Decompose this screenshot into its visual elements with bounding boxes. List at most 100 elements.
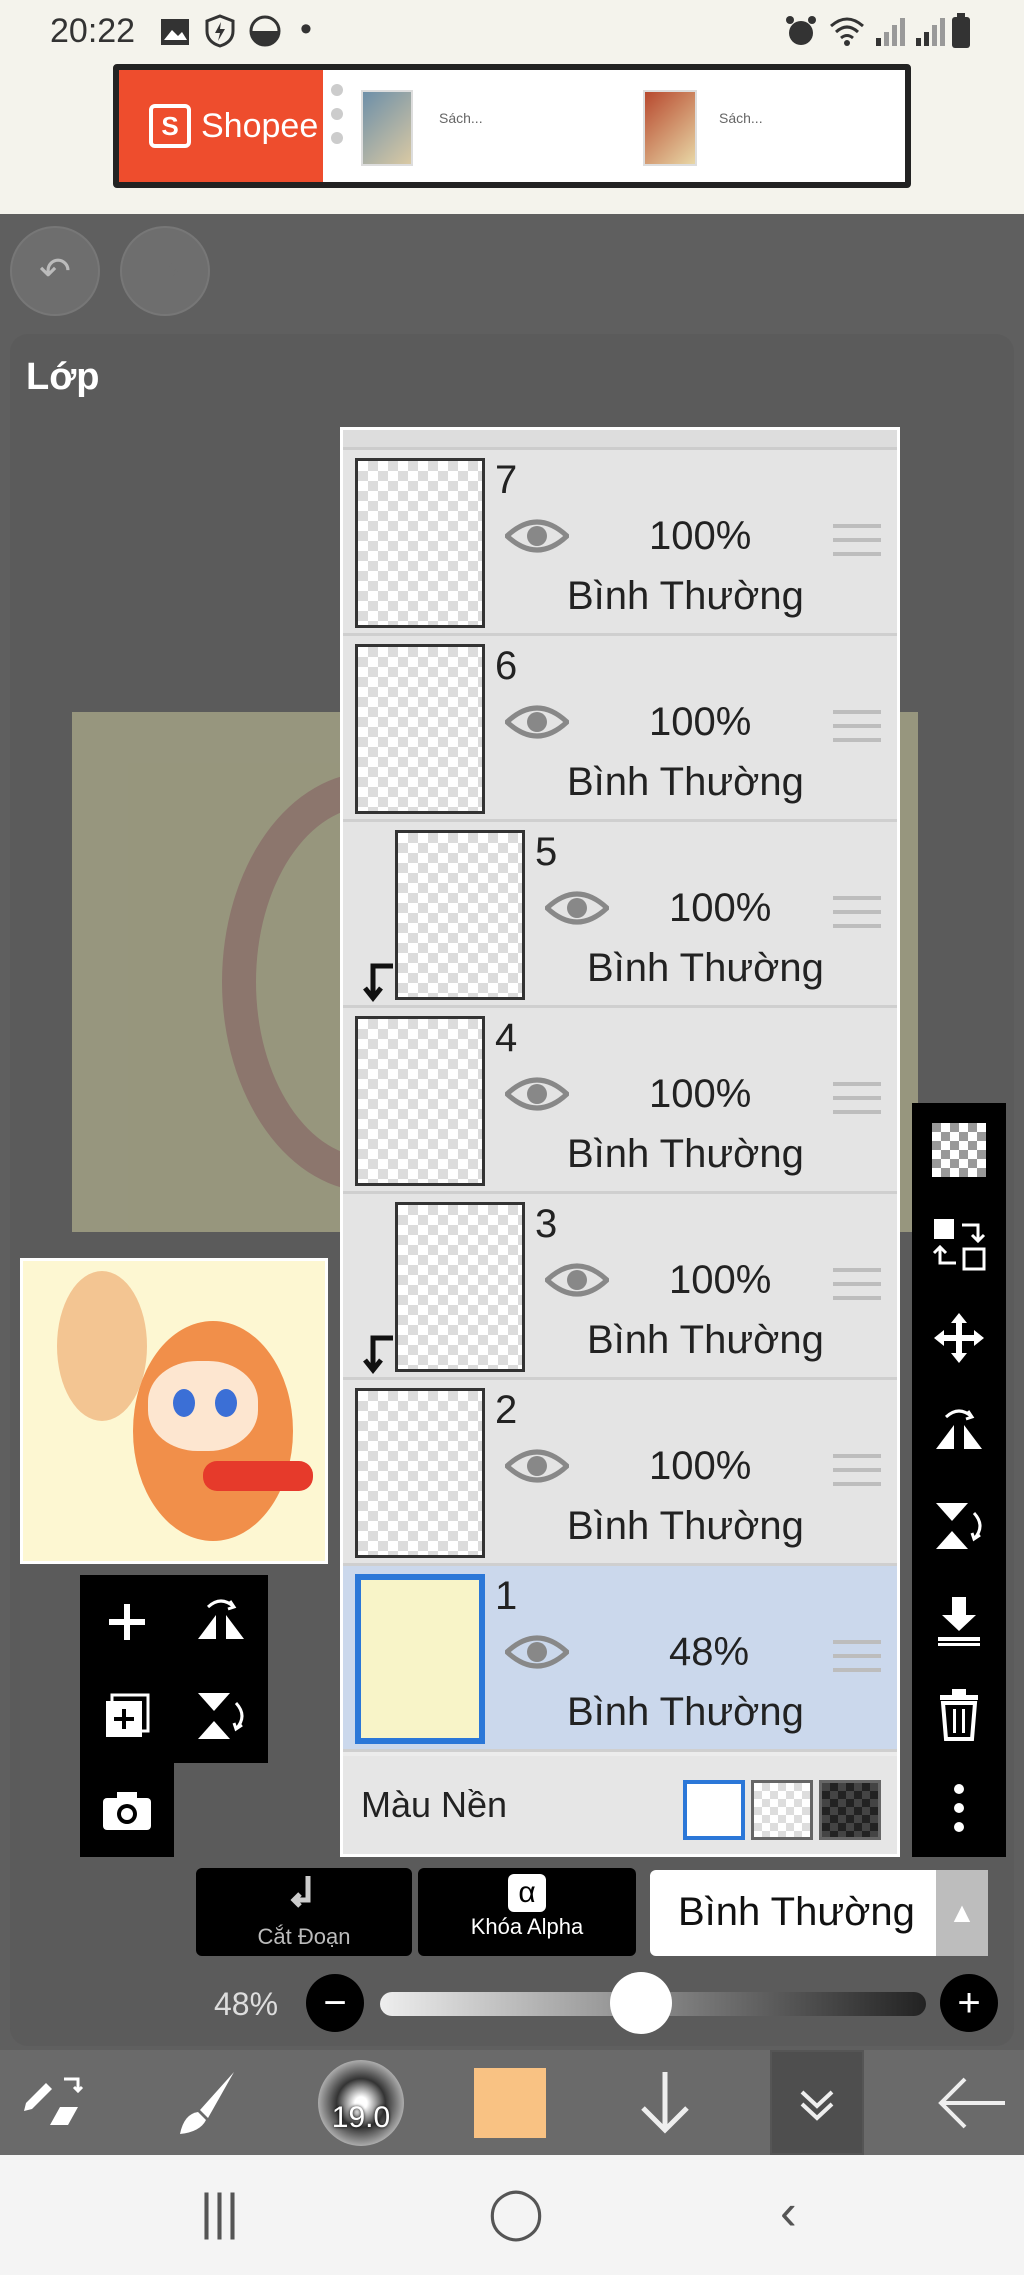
layer-opacity: 100% xyxy=(649,514,752,558)
clock: 20:22 xyxy=(50,12,136,50)
system-nav-bar: ||| ◯ ‹ xyxy=(0,2155,1024,2275)
layer-thumbnail[interactable] xyxy=(395,1202,525,1372)
blend-mode-select[interactable]: Bình Thường ▲ xyxy=(650,1870,988,1956)
brush-icon xyxy=(180,2071,234,2134)
visibility-eye-icon[interactable] xyxy=(505,1632,569,1672)
more-options-button[interactable] xyxy=(912,1761,1006,1855)
clipping-button[interactable]: Cắt Đoạn xyxy=(196,1868,412,1956)
layer-thumbnail[interactable] xyxy=(355,1574,485,1744)
canvas-preview[interactable] xyxy=(20,1258,328,1564)
layer-row[interactable]: 5 100% Bình Thường xyxy=(343,822,897,1008)
recent-apps-button[interactable]: ||| xyxy=(200,2183,239,2241)
product-thumb[interactable] xyxy=(361,90,413,166)
layer-opacity: 48% xyxy=(669,1630,750,1674)
import-photo-button[interactable] xyxy=(80,1763,174,1857)
tool-switch-button[interactable] xyxy=(0,2050,110,2155)
bg-swatch-white[interactable] xyxy=(683,1780,745,1840)
add-copy-icon xyxy=(106,1693,150,1737)
visibility-eye-icon[interactable] xyxy=(505,702,569,742)
drag-handle-icon[interactable] xyxy=(833,1454,881,1488)
duplicate-layer-button[interactable] xyxy=(80,1669,174,1763)
layer-opacity: 100% xyxy=(649,1444,752,1488)
layer-blend-mode: Bình Thường xyxy=(567,1132,804,1176)
add-layer-button[interactable] xyxy=(80,1575,174,1669)
drag-handle-icon[interactable] xyxy=(833,524,881,558)
wifi-icon xyxy=(830,17,864,46)
layer-number: 2 xyxy=(495,1388,518,1432)
flip-layer-button[interactable] xyxy=(174,1575,268,1669)
back-arrow-button[interactable] xyxy=(920,2050,1024,2155)
drag-handle-icon[interactable] xyxy=(833,1268,881,1302)
layer-opacity: 100% xyxy=(669,1258,772,1302)
flip-horizontal-button[interactable] xyxy=(912,1385,1006,1479)
drag-handle-icon[interactable] xyxy=(833,1640,881,1674)
visibility-eye-icon[interactable] xyxy=(545,1260,609,1300)
layer-row[interactable]: 4 100% Bình Thường xyxy=(343,1008,897,1194)
opacity-minus-button[interactable]: − xyxy=(306,1974,364,2032)
layer-thumbnail[interactable] xyxy=(355,1016,485,1186)
layer-down-button[interactable] xyxy=(610,2050,720,2155)
layer-row[interactable]: 6 100% Bình Thường xyxy=(343,636,897,822)
alpha-lock-label: Khóa Alpha xyxy=(470,1914,584,1939)
brush-size-button[interactable]: 19.0 xyxy=(306,2050,416,2155)
move-button[interactable] xyxy=(912,1291,1006,1385)
delete-layer-button[interactable] xyxy=(912,1667,1006,1761)
flip-vertical-layer-button[interactable] xyxy=(174,1669,268,1763)
status-bar: 20:22 • xyxy=(0,0,1024,64)
visibility-eye-icon[interactable] xyxy=(505,1074,569,1114)
layer-number: 6 xyxy=(495,644,518,688)
select-layer-button[interactable] xyxy=(912,1197,1006,1291)
opacity-slider-thumb[interactable] xyxy=(610,1972,672,2034)
flip-vertical-icon xyxy=(936,1503,982,1549)
alpha-lock-icon: α xyxy=(508,1874,546,1912)
drag-handle-icon[interactable] xyxy=(833,1082,881,1116)
plus-icon xyxy=(109,1604,145,1640)
layer-row[interactable]: 2 100% Bình Thường xyxy=(343,1380,897,1566)
shopee-bag-icon: S xyxy=(149,104,191,148)
arrow-down-icon xyxy=(641,2071,689,2134)
layer-thumbnail[interactable] xyxy=(355,1388,485,1558)
undo-button[interactable]: ↶ xyxy=(10,226,100,316)
layer-thumbnail[interactable] xyxy=(355,458,485,628)
layer-opacity: 100% xyxy=(649,1072,752,1116)
alpha-lock-button[interactable]: α Khóa Alpha xyxy=(418,1868,636,1956)
merge-down-button[interactable] xyxy=(912,1573,1006,1667)
color-swatch-button[interactable] xyxy=(470,2050,550,2155)
opacity-plus-button[interactable]: + xyxy=(940,1974,998,2032)
product-thumb[interactable] xyxy=(643,90,697,166)
visibility-eye-icon[interactable] xyxy=(545,888,609,928)
bg-swatch-dark[interactable] xyxy=(819,1780,881,1840)
layer-row[interactable]: 7 100% Bình Thường xyxy=(343,450,897,636)
layer-blend-mode: Bình Thường xyxy=(587,1318,824,1362)
layer-list[interactable]: 7 100% Bình Thường 6 100% Bình Thường 5 100% Bìn… xyxy=(340,427,900,1857)
product-label[interactable]: Sách... xyxy=(719,110,763,126)
clip-arrow-icon xyxy=(363,963,393,1003)
layer-panel-toggle[interactable] xyxy=(770,2050,864,2155)
transparency-button[interactable] xyxy=(912,1103,1006,1197)
ad-banner[interactable]: S Shopee Sách... Sách... xyxy=(0,64,1024,214)
visibility-eye-icon[interactable] xyxy=(505,516,569,556)
layer-number: 7 xyxy=(495,458,518,502)
camera-icon xyxy=(103,1792,151,1830)
flip-horizontal-icon xyxy=(198,1599,244,1639)
drag-handle-icon[interactable] xyxy=(833,896,881,930)
home-button[interactable]: ◯ xyxy=(488,2183,544,2241)
carousel-dots xyxy=(331,84,345,156)
redo-button[interactable]: ↷ xyxy=(120,226,210,316)
battery-icon xyxy=(952,13,970,48)
layer-thumbnail[interactable] xyxy=(395,830,525,1000)
brush-button[interactable] xyxy=(150,2050,260,2155)
flip-vertical-button[interactable] xyxy=(912,1479,1006,1573)
layer-thumbnail[interactable] xyxy=(355,644,485,814)
move-icon xyxy=(934,1313,984,1363)
layer-row[interactable]: 3 100% Bình Thường xyxy=(343,1194,897,1380)
drag-handle-icon[interactable] xyxy=(833,710,881,744)
product-label[interactable]: Sách... xyxy=(439,110,483,126)
layer-row[interactable]: 1 48% Bình Thường xyxy=(343,1566,897,1752)
trash-icon xyxy=(940,1689,978,1741)
bg-swatch-transparent[interactable] xyxy=(751,1780,813,1840)
shopee-banner[interactable]: S Shopee Sách... Sách... xyxy=(113,64,911,188)
visibility-eye-icon[interactable] xyxy=(505,1446,569,1486)
clipping-label: Cắt Đoạn xyxy=(257,1924,351,1949)
back-button[interactable]: ‹ xyxy=(780,2183,797,2241)
